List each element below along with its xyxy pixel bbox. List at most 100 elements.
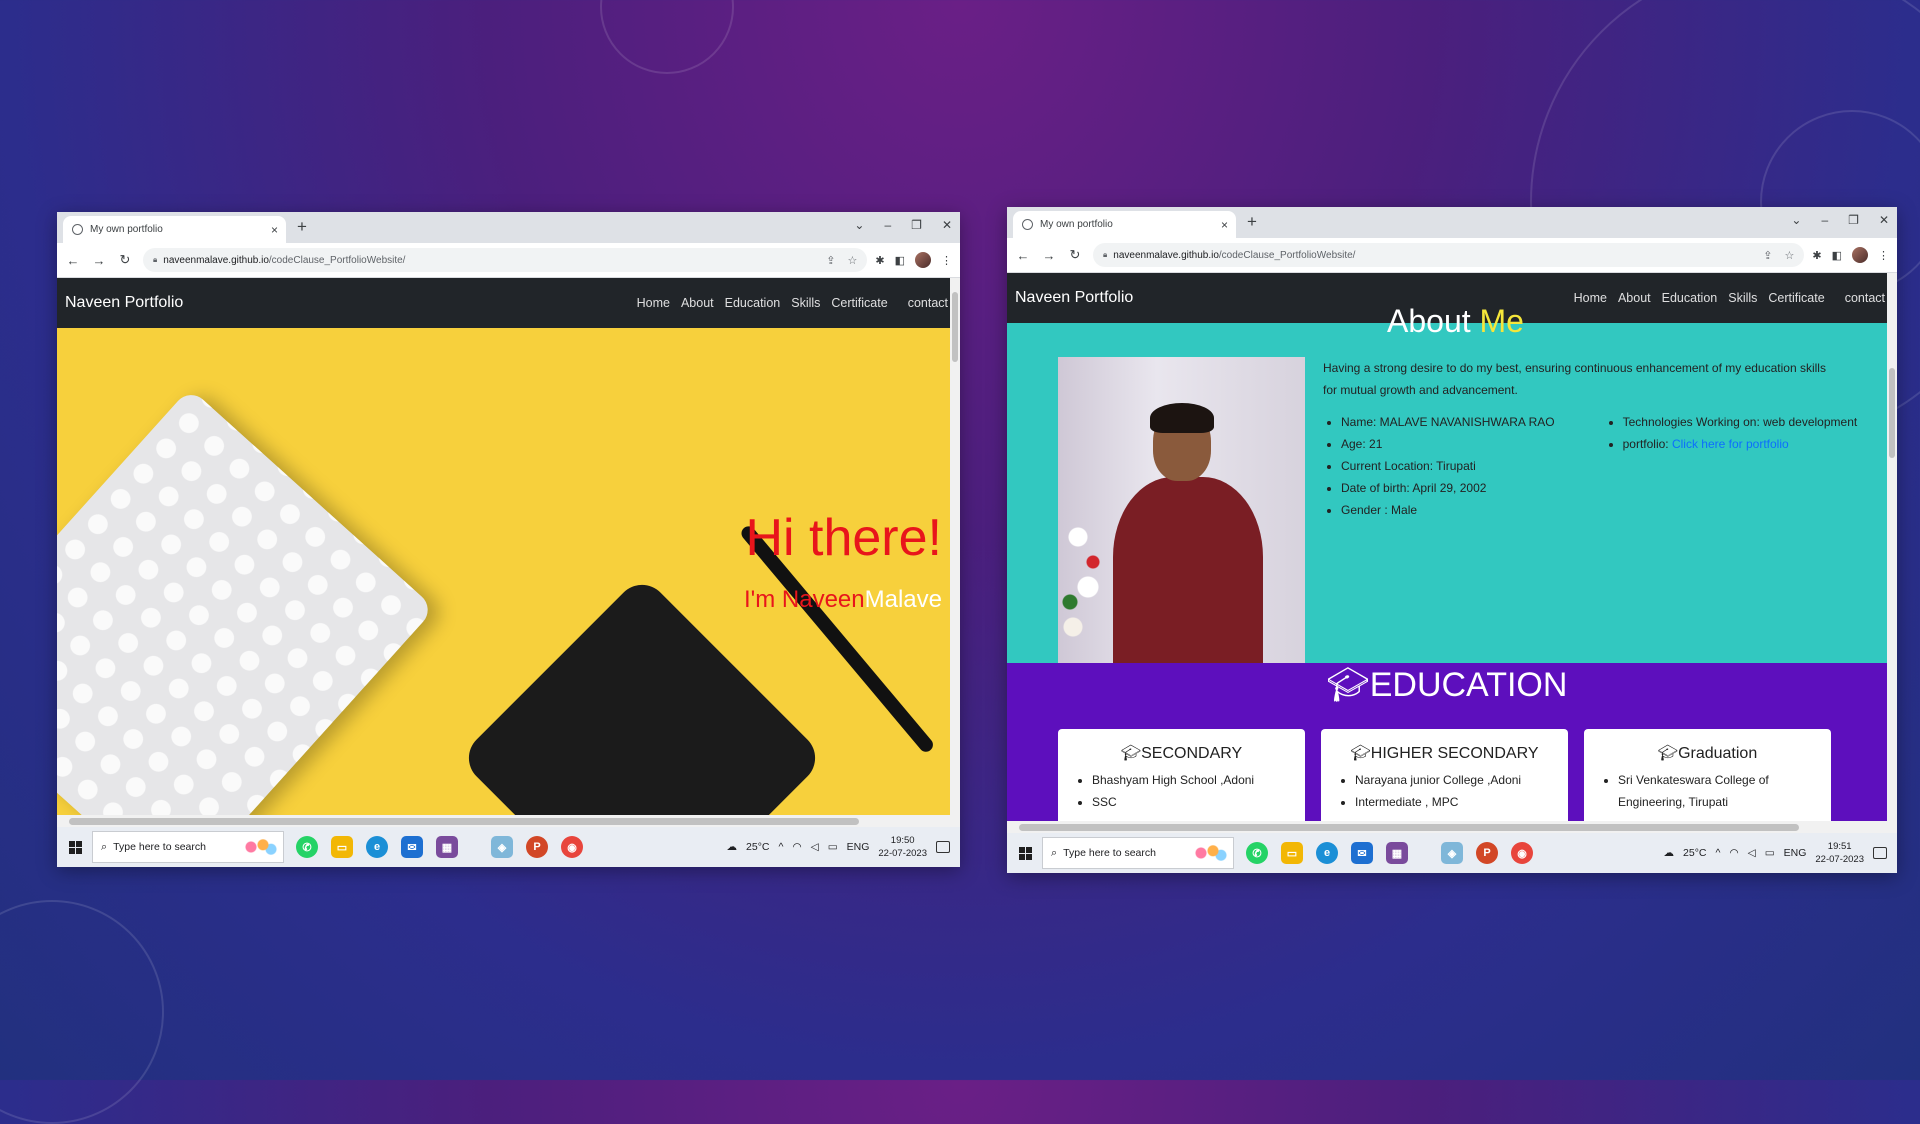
scroll-thumb[interactable] [952,292,958,362]
chrome-icon[interactable]: ◉ [1511,842,1533,864]
share-icon[interactable]: ⇪ [826,254,835,267]
reload-icon[interactable]: ↻ [115,252,135,268]
extensions-icon[interactable]: ✱ [875,254,884,267]
vertical-scrollbar[interactable] [950,278,960,815]
hero-heading: Hi there! [745,509,942,567]
vertical-scrollbar[interactable] [1887,273,1897,821]
nav-certificate[interactable]: Certificate [831,296,887,310]
mail-icon[interactable]: ✉ [401,836,423,858]
chevron-up-icon[interactable]: ^ [779,841,784,853]
reload-icon[interactable]: ↻ [1065,247,1085,263]
side-panel-icon[interactable]: ◧ [895,254,905,267]
notification-icon[interactable] [1873,847,1887,859]
chevron-up-icon[interactable]: ^ [1716,847,1721,859]
nav-about[interactable]: About [681,296,714,310]
clock[interactable]: 19:50 22-07-2023 [878,834,927,860]
profile-avatar[interactable] [915,252,931,268]
side-panel-icon[interactable]: ◧ [1832,249,1842,262]
close-window-icon[interactable]: ✕ [1879,213,1889,227]
bookmark-star-icon[interactable]: ☆ [848,254,858,267]
back-icon[interactable]: ← [1013,248,1033,263]
taskbar-search[interactable]: ⌕ Type here to search [1042,837,1234,869]
windows-start-icon[interactable] [1019,846,1032,860]
nav-home[interactable]: Home [1574,291,1607,305]
temperature[interactable]: 25°C [746,841,769,853]
minimize-icon[interactable]: – [884,218,891,232]
clock[interactable]: 19:51 22-07-2023 [1815,840,1864,866]
address-bar[interactable]: 🔒︎ naveenmalave.github.io/codeClause_Por… [143,248,868,272]
whatsapp-icon[interactable]: ✆ [1246,842,1268,864]
profile-avatar[interactable] [1852,247,1868,263]
graduation-cap-icon: 🎓︎ [1350,745,1371,762]
volume-icon[interactable]: ◁ [811,841,819,853]
forward-icon[interactable]: → [1039,248,1059,263]
site-brand[interactable]: Naveen Portfolio [65,294,183,312]
taskbar-search[interactable]: ⌕ Type here to search [92,831,284,863]
app-icon[interactable]: ◈ [491,836,513,858]
new-tab-button[interactable]: + [1247,212,1257,232]
nav-contact[interactable]: contact [908,296,948,310]
nav-about[interactable]: About [1618,291,1651,305]
temperature[interactable]: 25°C [1683,847,1706,859]
portfolio-link[interactable]: Click here for portfolio [1672,437,1789,451]
horizontal-scrollbar[interactable] [57,815,960,827]
new-tab-button[interactable]: + [297,217,307,237]
edge-icon[interactable]: e [366,836,388,858]
browser-tab[interactable]: My own portfolio × [1013,211,1236,238]
extensions-icon[interactable]: ✱ [1812,249,1821,262]
restore-icon[interactable]: ❐ [1848,213,1859,227]
nav-skills[interactable]: Skills [791,296,820,310]
mail-icon[interactable]: ✉ [1351,842,1373,864]
address-bar[interactable]: 🔒︎ naveenmalave.github.io/codeClause_Por… [1093,243,1805,267]
file-explorer-icon[interactable]: ▭ [1281,842,1303,864]
browser-tab[interactable]: My own portfolio × [63,216,286,243]
volume-icon[interactable]: ◁ [1748,847,1756,859]
language[interactable]: ENG [847,841,870,853]
edge-icon[interactable]: e [1316,842,1338,864]
menu-icon[interactable]: ⋮ [1878,249,1889,262]
tab-close-icon[interactable]: × [1221,218,1228,232]
lock-icon: 🔒︎ [1103,250,1108,259]
nav-home[interactable]: Home [637,296,670,310]
wifi-icon[interactable]: ◠ [1729,847,1738,859]
keyboard-icon[interactable]: ▭ [828,841,838,853]
menu-icon[interactable]: ⋮ [941,254,952,267]
minimize-icon[interactable]: – [1821,213,1828,227]
nav-skills[interactable]: Skills [1728,291,1757,305]
whatsapp-icon[interactable]: ✆ [296,836,318,858]
powerpoint-icon[interactable]: P [1476,842,1498,864]
keyboard-icon[interactable]: ▭ [1765,847,1775,859]
notification-icon[interactable] [936,841,950,853]
app-icon[interactable]: ◈ [1441,842,1463,864]
tab-search-icon[interactable]: ⌄ [1791,213,1801,227]
education-title-text: EDUCATION [1369,666,1568,704]
forward-icon[interactable]: → [89,253,109,268]
nav-contact[interactable]: contact [1845,291,1885,305]
site-brand[interactable]: Naveen Portfolio [1015,289,1133,307]
wifi-icon[interactable]: ◠ [792,841,801,853]
windows-taskbar: ⌕ Type here to search ✆ ▭ e ✉ ▦ ◈ P ◉ ☁︎… [1007,833,1897,873]
tab-close-icon[interactable]: × [271,223,278,237]
language[interactable]: ENG [1784,847,1807,859]
scroll-thumb[interactable] [1889,368,1895,458]
search-icon: ⌕ [101,840,108,853]
powerpoint-icon[interactable]: P [526,836,548,858]
nav-education[interactable]: Education [725,296,781,310]
nav-education[interactable]: Education [1662,291,1718,305]
chrome-icon[interactable]: ◉ [561,836,583,858]
tab-search-icon[interactable]: ⌄ [854,218,864,232]
detail-technologies: Technologies Working on: web development [1623,411,1858,433]
app-icon[interactable]: ▦ [1386,842,1408,864]
horizontal-scrollbar[interactable] [1007,821,1897,833]
nav-certificate[interactable]: Certificate [1768,291,1824,305]
file-explorer-icon[interactable]: ▭ [331,836,353,858]
scroll-thumb[interactable] [1019,824,1799,831]
share-icon[interactable]: ⇪ [1763,249,1772,262]
bookmark-star-icon[interactable]: ☆ [1785,249,1795,262]
close-window-icon[interactable]: ✕ [942,218,952,232]
restore-icon[interactable]: ❐ [911,218,922,232]
app-icon[interactable]: ▦ [436,836,458,858]
windows-start-icon[interactable] [69,840,82,854]
scroll-thumb[interactable] [69,818,859,825]
back-icon[interactable]: ← [63,253,83,268]
